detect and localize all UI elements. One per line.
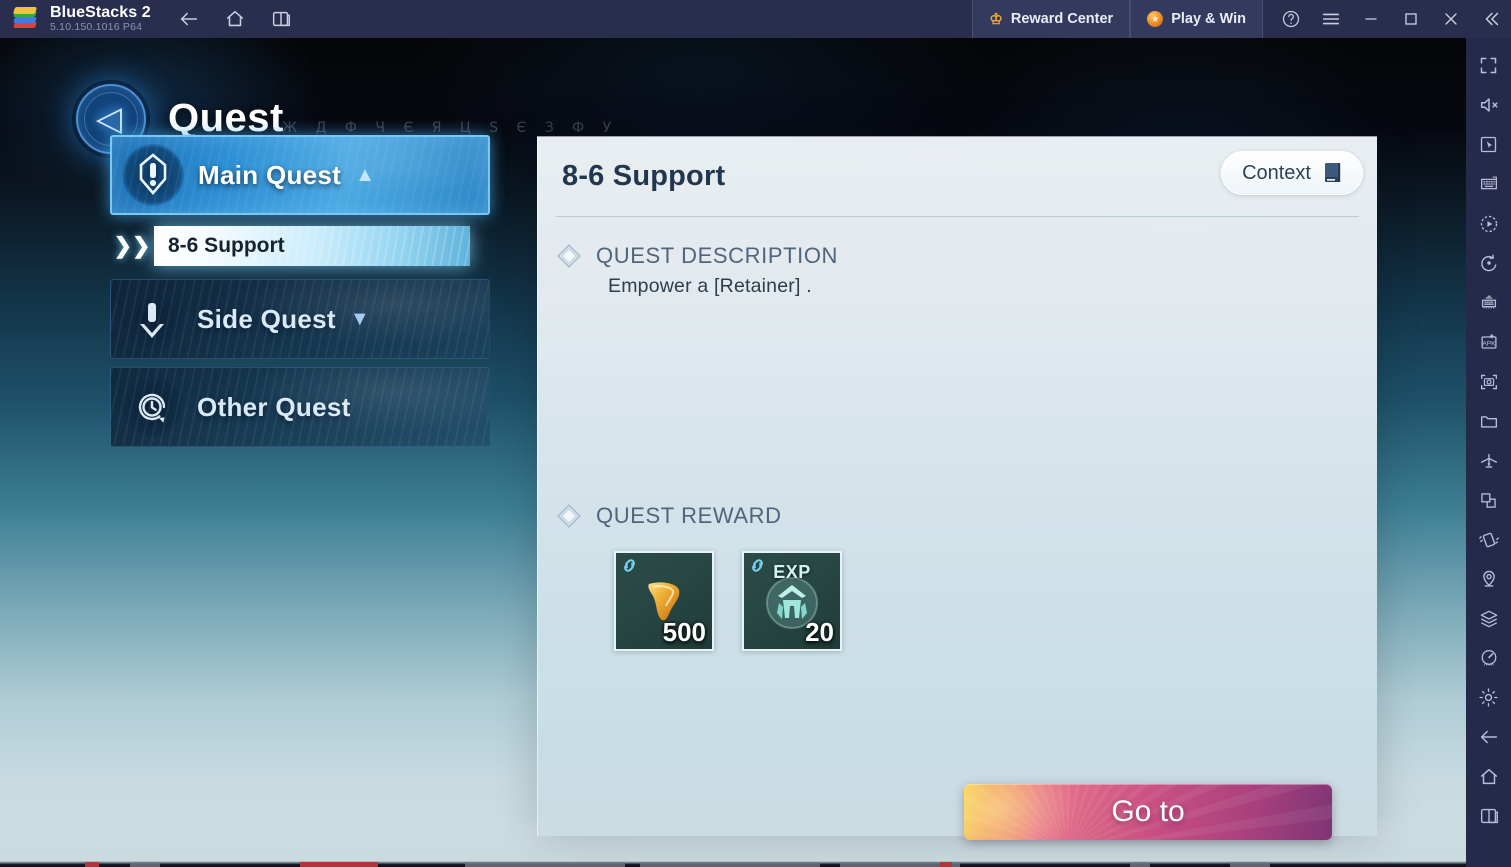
clock-refresh-icon (121, 376, 183, 438)
eco-mode-icon[interactable] (1466, 441, 1511, 481)
chevron-up-icon: ▲ (355, 164, 375, 186)
install-apk-icon[interactable]: APK (1466, 323, 1511, 363)
crown-icon: ♔ (989, 10, 1003, 28)
subquest-row[interactable]: 8-6 Support (154, 226, 470, 266)
app-name: BlueStacks 2 (50, 3, 151, 21)
context-button[interactable]: Context (1221, 151, 1363, 195)
quest-exclaim-icon (122, 144, 184, 206)
bluestacks-logo-icon (12, 6, 38, 32)
reward-quantity: 500 (662, 617, 706, 647)
android-recents-icon[interactable] (1466, 797, 1511, 837)
quest-category-list: Main Quest ▲ ❯❯ 8-6 Support Side Quest ▼ (110, 135, 490, 455)
hamburger-menu-icon[interactable] (1311, 0, 1351, 38)
collapse-rail-button[interactable] (1471, 0, 1511, 38)
cutoff-bottom-bar (0, 861, 1466, 867)
quest-description-section: QUEST DESCRIPTION Empower a [Retainer] . (556, 243, 1359, 298)
reward-quantity: 20 (805, 617, 834, 647)
titlebar-right-group: ♔ Reward Center Play & Win (972, 0, 1511, 38)
category-label: Side Quest (197, 303, 336, 334)
back-triangle-icon: ◁ (95, 100, 123, 138)
chevron-double-right-icon: ❯❯ (113, 233, 151, 258)
help-icon[interactable] (1271, 0, 1311, 38)
category-label: Other Quest (197, 391, 351, 422)
macro-record-icon[interactable] (1466, 204, 1511, 244)
description-heading-row: QUEST DESCRIPTION (556, 243, 1359, 269)
keyboard-controls-icon[interactable] (1466, 165, 1511, 205)
quest-detail-panel: 8-6 Support Context QUEST DESCRIPTION Em… (537, 136, 1377, 840)
decorative-runes: Ж Д Ф Ч Є Я Ц Ѕ Є З Ф У (282, 120, 619, 136)
reward-item-list: 500 EXP 20 (614, 551, 1359, 651)
bluestacks-window: BlueStacks 2 5.10.150.1016 P64 ♔ Reward … (0, 0, 1511, 867)
reward-center-button[interactable]: ♔ Reward Center (972, 0, 1131, 38)
reward-center-label: Reward Center (1010, 11, 1114, 27)
reward-item-fang[interactable]: 500 (614, 551, 714, 651)
home-icon[interactable] (223, 7, 247, 31)
panel-header: 8-6 Support Context (556, 137, 1363, 217)
mute-icon[interactable] (1466, 86, 1511, 126)
svg-text:APK: APK (1482, 341, 1496, 348)
sidebar-item-side-quest[interactable]: Side Quest ▼ (110, 279, 490, 359)
play-and-win-label: Play & Win (1171, 11, 1246, 27)
media-folder-icon[interactable] (1466, 402, 1511, 442)
quest-reward-heading: QUEST REWARD (596, 503, 782, 528)
maximize-button[interactable] (1391, 0, 1431, 38)
settings-gear-icon[interactable] (1466, 678, 1511, 718)
exp-label: EXP (773, 562, 811, 582)
shake-icon[interactable] (1466, 520, 1511, 560)
resize-icon[interactable] (1466, 481, 1511, 521)
app-version: 5.10.150.1016 P64 (50, 21, 143, 34)
app-identity: BlueStacks 2 5.10.150.1016 P64 (50, 3, 151, 34)
performance-icon[interactable] (1466, 639, 1511, 679)
sidebar-item-8-6-support[interactable]: ❯❯ 8-6 Support (110, 223, 470, 269)
subquest-label: 8-6 Support (168, 234, 285, 257)
context-label: Context (1242, 161, 1311, 184)
go-to-label: Go to (1111, 795, 1185, 828)
minimize-button[interactable] (1351, 0, 1391, 38)
quest-description-text: Empower a [Retainer] . (608, 275, 812, 297)
cursor-icon[interactable] (1466, 125, 1511, 165)
close-button[interactable] (1431, 0, 1471, 38)
game-viewport: ◁ Quest Ж Д Ф Ч Є Я Ц Ѕ Є З Ф У Main Que… (0, 38, 1466, 867)
go-to-button[interactable]: Go to (964, 784, 1332, 840)
reward-heading-row: QUEST REWARD (556, 503, 1359, 529)
android-home-icon[interactable] (1466, 757, 1511, 797)
coin-icon (1147, 11, 1164, 27)
window-titlebar: BlueStacks 2 5.10.150.1016 P64 ♔ Reward … (0, 0, 1511, 38)
sidebar-item-other-quest[interactable]: Other Quest (110, 367, 490, 447)
window-controls (1271, 0, 1511, 38)
book-icon (1320, 160, 1346, 186)
play-and-win-button[interactable]: Play & Win (1130, 0, 1263, 38)
back-arrow-icon[interactable] (177, 7, 201, 31)
quest-reward-section: QUEST REWARD 500 EXP 20 (556, 503, 1359, 651)
rotate-icon[interactable] (1466, 244, 1511, 284)
quest-detail-title: 8-6 Support (562, 160, 726, 192)
titlebar-nav-icons (177, 7, 293, 31)
quest-description-heading: QUEST DESCRIPTION (596, 243, 839, 268)
multi-instance-layers-icon[interactable] (1466, 599, 1511, 639)
chevron-down-icon: ▼ (349, 308, 370, 330)
location-icon[interactable] (1466, 560, 1511, 600)
screenshot-icon[interactable] (1466, 362, 1511, 402)
game-controls-icon[interactable] (1466, 283, 1511, 323)
category-label: Main Quest (198, 159, 342, 190)
fullscreen-icon[interactable] (1466, 46, 1511, 86)
multi-instance-icon[interactable] (269, 7, 293, 31)
quest-down-arrow-icon (121, 288, 183, 350)
diamond-bullet-icon (556, 243, 582, 269)
sidebar-item-main-quest[interactable]: Main Quest ▲ (110, 135, 490, 215)
reward-item-exp[interactable]: EXP 20 (742, 551, 842, 651)
diamond-bullet-icon (556, 503, 582, 529)
bluestacks-side-toolbar: APK (1466, 38, 1511, 867)
android-back-icon[interactable] (1466, 718, 1511, 758)
